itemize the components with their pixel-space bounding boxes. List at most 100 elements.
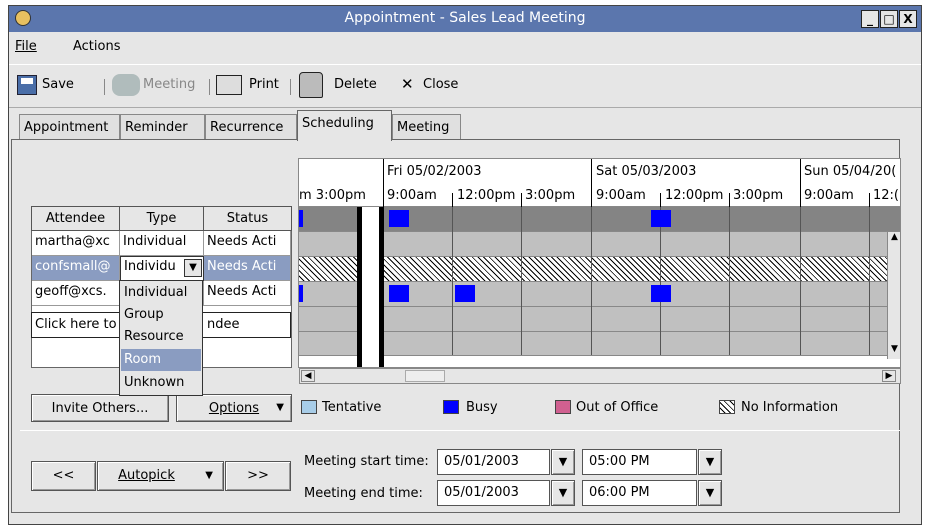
time-label: 3:00pm: [525, 188, 576, 203]
floppy-icon: [17, 75, 37, 95]
time-label: 12:00pm: [457, 188, 516, 203]
tab-reminder[interactable]: Reminder: [120, 114, 205, 140]
attendee-row: [299, 232, 900, 257]
start-time-dropdown[interactable]: ▼: [698, 449, 722, 475]
end-date-field[interactable]: 05/01/2003: [437, 480, 550, 506]
legend-out-of-office: Out of Office: [576, 400, 659, 415]
chevron-down-icon: ▼: [205, 470, 213, 481]
schedule-calendar[interactable]: Fri 05/02/2003 Sat 05/03/2003 Sun 05/04/…: [298, 158, 901, 368]
dropdown-option-individual[interactable]: Individual: [121, 282, 201, 304]
window-title: Appointment - Sales Lead Meeting: [344, 10, 586, 26]
autopick-button[interactable]: Autopick ▼: [97, 461, 224, 491]
status-cell[interactable]: Needs Acti: [204, 281, 291, 306]
toolbar: Save Meeting Print Delete ✕ Close: [9, 64, 921, 108]
trash-icon: [299, 72, 323, 98]
time-label: 9:00am: [387, 188, 437, 203]
close-x-icon: ✕: [401, 75, 414, 93]
busy-block: [455, 285, 475, 302]
type-cell[interactable]: Individual: [120, 231, 204, 256]
time-label: 9:00am: [804, 188, 854, 203]
minimize-button[interactable]: _: [861, 10, 879, 28]
legend-tentative: Tentative: [322, 400, 382, 415]
legend-busy: Busy: [466, 400, 498, 415]
dropdown-option-resource[interactable]: Resource: [121, 326, 201, 348]
scroll-right-arrow[interactable]: ▶: [882, 370, 896, 382]
attendee-cell[interactable]: geoff@xcs.: [32, 281, 120, 306]
busy-block: [389, 285, 409, 302]
tab-appointment[interactable]: Appointment: [19, 114, 120, 140]
delete-button[interactable]: Delete: [334, 77, 377, 92]
tab-meeting[interactable]: Meeting: [392, 114, 461, 140]
menu-actions[interactable]: Actions: [73, 39, 121, 54]
previous-button[interactable]: <<: [31, 461, 96, 491]
type-cell-editor[interactable]: Individu ▼: [120, 256, 204, 281]
time-label: 9:00am: [596, 188, 646, 203]
options-button[interactable]: Options ▼: [176, 394, 292, 422]
status-column-header[interactable]: Status: [203, 206, 292, 231]
start-time-field[interactable]: 05:00 PM: [582, 449, 697, 475]
maximize-button[interactable]: □: [880, 10, 898, 28]
tab-scheduling[interactable]: Scheduling: [297, 110, 392, 141]
chevron-down-icon[interactable]: ▼: [184, 259, 202, 277]
current-meeting-slot[interactable]: [357, 207, 384, 367]
empty-row: [299, 332, 900, 356]
invite-others-button[interactable]: Invite Others...: [31, 394, 169, 422]
end-time-label: Meeting end time:: [304, 486, 423, 501]
add-attendee-prompt-tail: ndee: [207, 317, 240, 332]
time-label: 3:00pm: [733, 188, 784, 203]
tentative-swatch: [301, 400, 317, 414]
meeting-button[interactable]: Meeting: [143, 77, 195, 92]
type-column-header[interactable]: Type: [119, 206, 204, 231]
attendee-cell[interactable]: martha@xc: [32, 231, 120, 256]
busy-block: [299, 285, 303, 302]
status-cell[interactable]: Needs Acti: [204, 231, 291, 256]
legend-no-information: No Information: [741, 400, 839, 415]
options-label: Options: [208, 401, 260, 416]
menu-file[interactable]: File: [15, 39, 37, 54]
divider: [20, 430, 900, 431]
start-time-label: Meeting start time:: [304, 454, 429, 469]
scroll-down-arrow[interactable]: ▼: [888, 344, 900, 358]
meeting-icon: [112, 74, 140, 96]
day-header: Sat 05/03/2003: [596, 164, 697, 179]
end-date-dropdown[interactable]: ▼: [551, 480, 575, 506]
busy-block: [389, 210, 409, 227]
close-window-button[interactable]: X: [899, 10, 917, 28]
scroll-thumb[interactable]: [405, 370, 445, 382]
printer-icon: [216, 75, 242, 95]
busy-block: [651, 210, 671, 227]
add-attendee-prompt: Click here to: [35, 317, 117, 332]
autopick-label: Autopick: [118, 468, 175, 483]
scroll-left-arrow[interactable]: ◀: [301, 370, 315, 382]
horizontal-scrollbar-track[interactable]: ◀ ▶: [299, 368, 901, 384]
start-date-field[interactable]: 05/01/2003: [437, 449, 550, 475]
menu-bar: File Actions: [9, 33, 921, 60]
vertical-scrollbar[interactable]: ▲ ▼: [887, 232, 900, 359]
attendee-cell[interactable]: confsmall@: [32, 256, 120, 281]
busy-swatch: [443, 400, 459, 414]
dropdown-option-unknown[interactable]: Unknown: [121, 372, 201, 394]
dropdown-option-group[interactable]: Group: [121, 304, 201, 326]
dropdown-option-room[interactable]: Room: [121, 349, 201, 371]
next-button[interactable]: >>: [225, 461, 291, 491]
tab-recurrence[interactable]: Recurrence: [205, 114, 297, 140]
out-of-office-swatch: [555, 400, 571, 414]
empty-row: [299, 307, 900, 332]
print-button[interactable]: Print: [249, 77, 279, 92]
time-label: m 3:00pm: [299, 188, 366, 203]
status-cell[interactable]: Needs Acti: [204, 256, 291, 281]
start-date-dropdown[interactable]: ▼: [551, 449, 575, 475]
type-cell-value: Individu: [124, 259, 176, 274]
busy-block: [651, 285, 671, 302]
scroll-up-arrow[interactable]: ▲: [888, 232, 900, 246]
time-label: 12:(: [873, 188, 899, 203]
end-time-dropdown[interactable]: ▼: [698, 480, 722, 506]
attendee-row: [299, 257, 900, 282]
no-information-swatch: [719, 400, 735, 414]
save-button[interactable]: Save: [42, 77, 74, 92]
close-button[interactable]: Close: [423, 77, 458, 92]
title-bar[interactable]: Appointment - Sales Lead Meeting _ □ X: [9, 6, 921, 32]
attendee-column-header[interactable]: Attendee: [31, 206, 120, 231]
chevron-down-icon: ▼: [276, 402, 284, 413]
end-time-field[interactable]: 06:00 PM: [582, 480, 697, 506]
